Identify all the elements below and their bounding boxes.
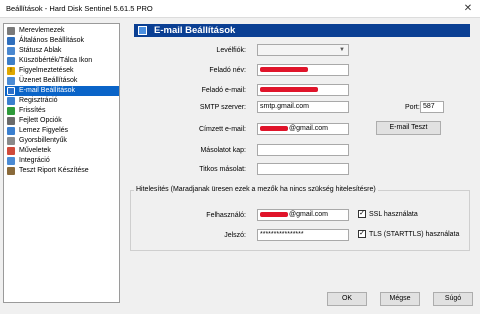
advanced-options-icon xyxy=(7,117,15,125)
profile-combo[interactable]: ▼ xyxy=(257,44,349,56)
help-button[interactable]: Súgó xyxy=(433,292,473,306)
section-title: E-mail Beállítások xyxy=(154,25,236,36)
smtp-server-field[interactable]: smtp.gmail.com xyxy=(257,101,349,113)
email-settings-icon xyxy=(138,26,147,35)
sidebar-item-statusz-ablak[interactable]: Státusz Ablak xyxy=(5,46,119,56)
sidebar-item-figyelmeztetesek[interactable]: ! Figyelmeztetések xyxy=(5,66,119,76)
sender-email-label: Feladó e-mail: xyxy=(201,87,246,94)
redaction-mark xyxy=(260,66,308,72)
disk-icon xyxy=(7,27,15,35)
sidebar-item-label: Státusz Ablak xyxy=(19,47,62,54)
authentication-legend: Hitelesítés (Maradjanak üresen ezek a me… xyxy=(134,186,378,193)
sidebar-item-merevlemezek[interactable]: Merevlemezek xyxy=(5,26,119,36)
redaction-mark xyxy=(260,211,288,217)
port-label: Port: xyxy=(405,104,420,111)
sidebar-item-label: Merevlemezek xyxy=(19,27,65,34)
tls-label: TLS (STARTTLS) használata xyxy=(369,230,460,238)
password-field[interactable]: **************** xyxy=(257,229,349,241)
sidebar-item-label: Fejlett Opciók xyxy=(19,117,62,124)
port-field[interactable]: 587 xyxy=(420,101,444,113)
sidebar-item-gyorsbillentyuk[interactable]: Gyorsbillentyűk xyxy=(5,136,119,146)
title-bar: Beállítások - Hard Disk Sentinel 5.61.5 … xyxy=(0,0,480,17)
sidebar-item-label: Frissítés xyxy=(19,107,46,114)
bcc-field[interactable] xyxy=(257,163,349,175)
keyboard-icon xyxy=(7,137,15,145)
sidebar-item-label: Figyelmeztetések xyxy=(19,67,74,74)
chevron-down-icon: ▼ xyxy=(339,47,345,53)
sender-name-field[interactable] xyxy=(257,64,349,76)
update-icon xyxy=(7,107,15,115)
sidebar-item-label: Regisztráció xyxy=(19,97,58,104)
ssl-label: SSL használata xyxy=(369,210,418,218)
sidebar-item-frissites[interactable]: Frissítés xyxy=(5,106,119,116)
sidebar-item-label: Üzenet Beállítások xyxy=(19,77,78,84)
smtp-label: SMTP szerver: xyxy=(199,104,246,111)
tls-checkbox-row[interactable]: ✓ TLS (STARTTLS) használata xyxy=(358,230,459,238)
sidebar-item-regisztracio[interactable]: Regisztráció xyxy=(5,96,119,106)
sidebar-item-label: Lemez Figyelés xyxy=(19,127,69,134)
username-label: Felhasználó: xyxy=(206,212,246,219)
username-field[interactable]: @gmail.com xyxy=(257,209,349,221)
disk-monitor-icon xyxy=(7,127,15,135)
sidebar-item-fejlett-opciok[interactable]: Fejlett Opciók xyxy=(5,116,119,126)
ssl-checkbox[interactable]: ✓ xyxy=(358,210,366,218)
window-icon xyxy=(7,47,15,55)
sidebar-item-lemez-figyeles[interactable]: Lemez Figyelés xyxy=(5,126,119,136)
cc-field[interactable] xyxy=(257,144,349,156)
sidebar-item-label: Küszöbérték/Tálca Ikon xyxy=(19,57,93,64)
recipient-email-domain: @gmail.com xyxy=(289,125,329,132)
profile-label: Levélfiók: xyxy=(216,47,246,54)
threshold-icon xyxy=(7,57,15,65)
recipient-email-field[interactable]: @gmail.com xyxy=(257,123,349,135)
sidebar-item-email-beallitasok[interactable]: E-mail Beállítások xyxy=(5,86,119,96)
sidebar-item-label: Gyorsbillentyűk xyxy=(19,137,67,144)
ssl-checkbox-row[interactable]: ✓ SSL használata xyxy=(358,210,418,218)
sidebar-item-muveletek[interactable]: Műveletek xyxy=(5,146,119,156)
sidebar-item-teszt-riport[interactable]: Teszt Riport Készítése xyxy=(5,166,119,176)
sidebar-item-integracio[interactable]: Integráció xyxy=(5,156,119,166)
settings-sidebar: Merevlemezek Általános Beállítások Státu… xyxy=(3,23,120,303)
tls-checkbox[interactable]: ✓ xyxy=(358,230,366,238)
redaction-mark xyxy=(260,125,288,131)
message-icon xyxy=(7,77,15,85)
cc-label: Másolatot kap: xyxy=(200,147,246,154)
sender-email-field[interactable] xyxy=(257,84,349,96)
registration-icon xyxy=(7,97,15,105)
sender-name-label: Feladó név: xyxy=(209,67,246,74)
email-icon xyxy=(7,87,15,95)
sidebar-item-uzenet-beallitasok[interactable]: Üzenet Beállítások xyxy=(5,76,119,86)
close-button[interactable]: ✕ xyxy=(460,2,476,15)
ok-button[interactable]: OK xyxy=(327,292,367,306)
sidebar-item-label: Általános Beállítások xyxy=(19,37,84,44)
sidebar-item-kuszobertek[interactable]: Küszöbérték/Tálca Ikon xyxy=(5,56,119,66)
sidebar-item-label: Műveletek xyxy=(19,147,51,154)
integration-icon xyxy=(7,157,15,165)
sidebar-item-altalanos-beallitasok[interactable]: Általános Beállítások xyxy=(5,36,119,46)
password-label: Jelszó: xyxy=(224,232,246,239)
username-domain: @gmail.com xyxy=(289,211,329,218)
sidebar-item-label: Teszt Riport Készítése xyxy=(19,167,89,174)
window-title: Beállítások - Hard Disk Sentinel 5.61.5 … xyxy=(6,4,153,13)
recipient-label: Címzett e-mail: xyxy=(198,126,246,133)
sidebar-item-label: E-mail Beállítások xyxy=(19,87,76,94)
warning-icon: ! xyxy=(7,67,15,75)
bcc-label: Titkos másolat: xyxy=(199,166,246,173)
redaction-mark xyxy=(260,86,318,92)
report-icon xyxy=(7,167,15,175)
section-heading: E-mail Beállítások xyxy=(134,24,470,37)
actions-icon xyxy=(7,147,15,155)
sidebar-item-label: Integráció xyxy=(19,157,50,164)
settings-icon xyxy=(7,37,15,45)
cancel-button[interactable]: Mégse xyxy=(380,292,420,306)
email-test-button[interactable]: E-mail Teszt xyxy=(376,121,441,135)
